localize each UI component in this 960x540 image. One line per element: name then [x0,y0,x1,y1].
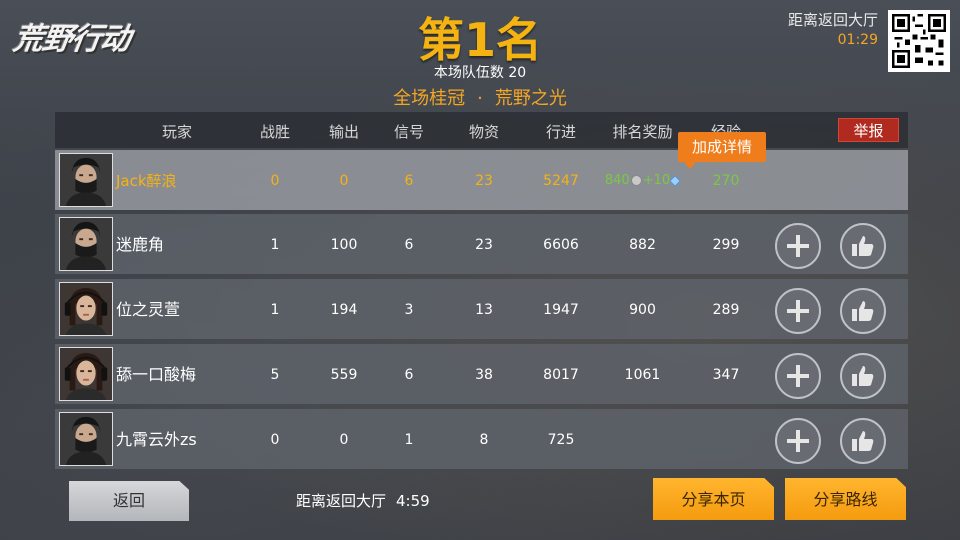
avatar [59,217,113,271]
player-row: 迷鹿角 1 100 6 23 6606 882 299 [55,214,908,274]
distance-value: 725 [547,432,575,448]
plus-icon [787,300,809,322]
supplies-value: 38 [475,367,493,383]
distance-value: 5247 [543,173,579,189]
player-row: 舔一口酸梅 5 559 6 38 8017 1061 347 [55,344,908,404]
damage-value: 559 [330,367,358,383]
like-button[interactable] [840,353,886,399]
bonus-details-tooltip[interactable]: 加成详情 [678,132,766,169]
thumbs-up-icon [852,431,874,451]
distance-value: 8017 [543,367,579,383]
column-header-signal: 信号 [393,123,424,141]
column-header-damage: 输出 [328,123,359,141]
player-name: 迷鹿角 [116,235,165,254]
wins-value: 1 [270,237,280,253]
signal-value: 6 [404,173,414,189]
title-separator: · [477,88,483,109]
signal-value: 1 [404,432,414,448]
damage-value: 0 [339,173,349,189]
column-header-wins: 战胜 [259,123,290,141]
rank-reward-value: 882 [629,237,656,253]
bottom-return-label: 距离返回大厅 [296,492,387,510]
signal-value: 6 [404,367,414,383]
supplies-value: 23 [475,237,493,253]
thumbs-up-icon [852,236,874,256]
wins-value: 1 [270,302,280,318]
scoreboard-panel: 玩家 战胜 输出 信号 物资 行进 排名奖励 经验 举报 加成详情 Jack醉浪… [55,112,908,470]
player-row: 九霄云外zs 0 0 1 8 725 [55,409,908,469]
column-header-rank-reward: 排名奖励 [612,123,673,141]
title-left: 全场桂冠 [393,88,466,109]
exp-value: 299 [712,237,740,253]
team-count: 本场队伍数 20 [0,62,960,82]
damage-value: 0 [339,432,349,448]
bottom-return-time: 4:59 [396,492,430,510]
bottom-return-countdown: 距离返回大厅 4:59 [296,490,430,511]
scoreboard-header: 玩家 战胜 输出 信号 物资 行进 排名奖励 经验 举报 [55,112,908,148]
thumbs-up-icon [852,366,874,386]
back-button[interactable]: 返回 [69,481,189,521]
rank-reward-value: 840 +10 [595,150,690,210]
avatar [59,282,113,336]
wins-value: 0 [270,173,280,189]
team-count-value: 20 [508,65,527,81]
wins-value: 5 [270,367,280,383]
exp-value: 289 [712,302,740,318]
share-route-button[interactable]: 分享路线 [785,478,906,520]
column-header-distance: 行进 [545,123,576,141]
damage-value: 194 [330,302,358,318]
report-button[interactable]: 举报 [838,118,899,142]
plus-icon [787,365,809,387]
player-row: 位之灵萱 1 194 3 13 1947 900 289 [55,279,908,339]
player-name: Jack醉浪 [116,172,177,190]
rank-reward-value: 900 [629,302,656,318]
add-friend-button[interactable] [775,223,821,269]
return-time: 01:29 [837,32,878,48]
exp-value: 347 [712,367,740,383]
add-friend-button[interactable] [775,353,821,399]
distance-value: 1947 [543,302,579,318]
column-header-supplies: 物资 [468,123,499,141]
add-friend-button[interactable] [775,288,821,334]
like-button[interactable] [840,223,886,269]
supplies-value: 13 [475,302,493,318]
title-right: 荒野之光 [494,88,567,109]
rank-reward-value [600,409,685,469]
return-label: 距离返回大厅 [787,11,878,29]
rank-bonus-amount: +10 [642,173,671,188]
exp-value [696,409,756,469]
team-count-label: 本场队伍数 [433,65,504,81]
supplies-value: 8 [479,432,489,448]
diamond-icon [669,174,681,187]
player-name: 位之灵萱 [116,300,181,319]
avatar [59,347,113,401]
supplies-value: 23 [475,173,493,189]
add-friend-button[interactable] [775,418,821,464]
signal-value: 3 [404,302,414,318]
coin-icon [630,175,642,186]
damage-value: 100 [330,237,358,253]
player-name: 九霄云外zs [116,430,197,449]
plus-icon [787,235,809,257]
like-button[interactable] [840,418,886,464]
player-name: 舔一口酸梅 [116,365,197,384]
avatar [59,412,113,466]
like-button[interactable] [840,288,886,334]
column-header-player: 玩家 [161,123,192,141]
rank-reward-value: 1061 [624,367,661,383]
avatar [59,153,113,207]
plus-icon [787,430,809,452]
distance-value: 6606 [543,237,579,253]
wins-value: 0 [270,432,280,448]
return-countdown: 距离返回大厅 01:29 [788,10,878,50]
player-row-self: Jack醉浪 0 0 6 23 5247 840 +10 270 [55,150,908,210]
thumbs-up-icon [852,301,874,321]
signal-value: 6 [404,237,414,253]
qr-code-icon [888,10,950,72]
share-page-button[interactable]: 分享本页 [653,478,774,520]
rank-reward-amount: 840 [604,173,630,188]
honor-titles: 全场桂冠 · 荒野之光 [0,84,960,110]
